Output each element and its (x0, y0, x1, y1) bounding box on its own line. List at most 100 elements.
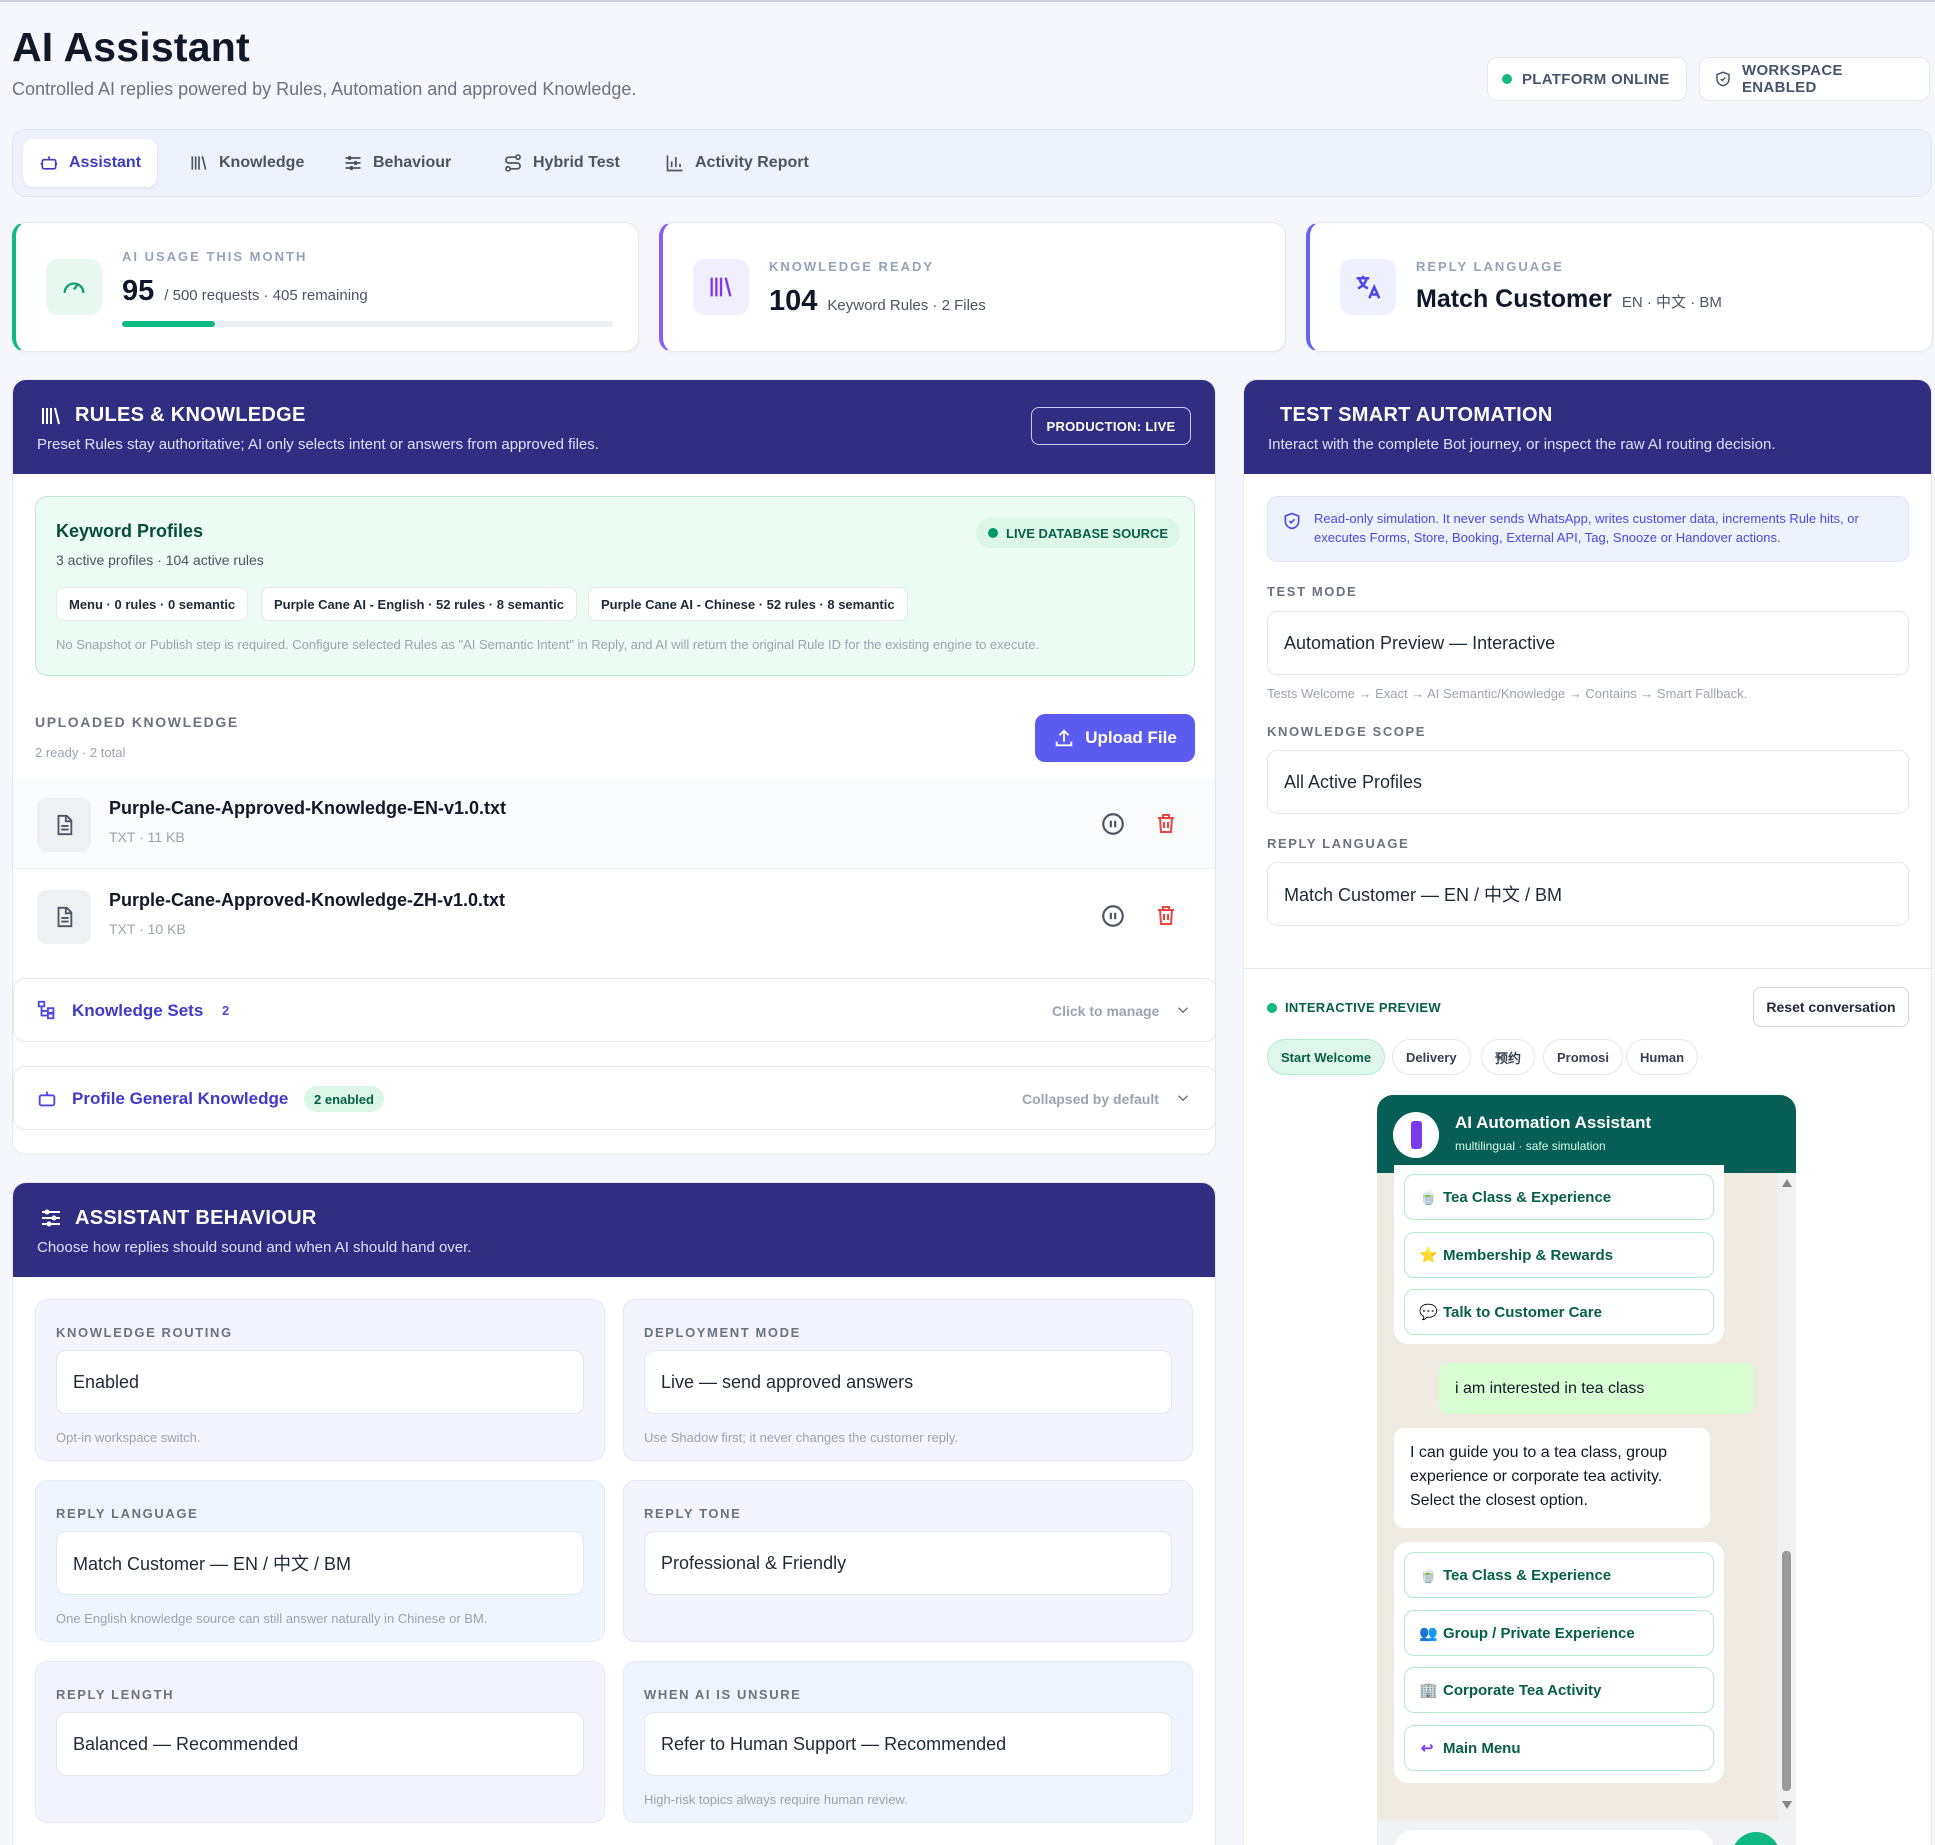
knowledge-sets-hint: Click to manage (1052, 1003, 1160, 1019)
profile-general-knowledge-accordion[interactable]: Profile General Knowledge 2 enabled Coll… (13, 1066, 1215, 1130)
brand-logo-icon (1410, 1121, 1422, 1149)
scrollbar-thumb[interactable] (1782, 1551, 1791, 1791)
user-message: i am interested in tea class (1439, 1363, 1755, 1414)
deployment-mode-select[interactable]: Live — send approved answers (644, 1350, 1172, 1414)
knowledge-label: KNOWLEDGE READY (769, 259, 935, 274)
back-arrow-icon: ↩ (1420, 1740, 1434, 1757)
speech-bubble-icon: 💬 (1419, 1304, 1438, 1321)
knowledge-scope-label: KNOWLEDGE SCOPE (1267, 724, 1427, 739)
language-value: Match Customer (1416, 285, 1612, 313)
chat-scrollbar[interactable] (1777, 1173, 1796, 1820)
library-icon (189, 153, 209, 173)
option-tea-class[interactable]: 🍵 Tea Class & Experience (1404, 1174, 1714, 1220)
scroll-down-icon[interactable] (1782, 1801, 1792, 1809)
usage-stat-card: AI USAGE THIS MONTH 95 / 500 requests · 4… (12, 222, 639, 352)
language-detail: EN · 中文 · BM (1621, 294, 1722, 311)
knowledge-routing-card: KNOWLEDGE ROUTING Enabled Opt-in workspa… (35, 1299, 605, 1461)
setting-label: WHEN AI IS UNSURE (644, 1687, 802, 1702)
chevron-down-icon (1174, 1001, 1192, 1019)
rules-panel-header: RULES & KNOWLEDGE Preset Rules stay auth… (13, 380, 1215, 474)
reply-language-select[interactable]: Match Customer — EN / 中文 / BM (56, 1531, 584, 1595)
quick-human[interactable]: Human (1626, 1039, 1699, 1075)
file-meta: TXT · 10 KB (109, 921, 186, 937)
reply-language-label: REPLY LANGUAGE (1267, 836, 1410, 851)
profile-chip-chinese[interactable]: Purple Cane AI - Chinese · 52 rules · 8 … (588, 587, 908, 621)
setting-label: KNOWLEDGE ROUTING (56, 1325, 233, 1340)
file-icon (37, 890, 91, 944)
option-group-private[interactable]: 👥 Group / Private Experience (1404, 1610, 1714, 1656)
chat-preview: AI Automation Assistant multilingual · s… (1377, 1095, 1796, 1845)
send-button[interactable] (1732, 1832, 1780, 1845)
quick-promosi[interactable]: Promosi (1543, 1039, 1624, 1075)
option-corporate[interactable]: 🏢 Corporate Tea Activity (1404, 1667, 1714, 1713)
platform-status-badge: PLATFORM ONLINE (1487, 57, 1687, 101)
divider (1244, 968, 1931, 969)
when-unsure-select[interactable]: Refer to Human Support — Recommended (644, 1712, 1172, 1776)
quick-delivery[interactable]: Delivery (1392, 1039, 1471, 1075)
live-dot-icon (988, 528, 998, 538)
when-unsure-card: WHEN AI IS UNSURE Refer to Human Support… (623, 1661, 1193, 1823)
tab-assistant[interactable]: Assistant (23, 139, 158, 187)
keyword-profiles-title: Keyword Profiles (56, 521, 204, 541)
knowledge-routing-select[interactable]: Enabled (56, 1350, 584, 1414)
keyword-profiles-card: Keyword Profiles 3 active profiles · 104… (35, 496, 1195, 676)
test-automation-panel: TEST SMART AUTOMATION Interact with the … (1243, 379, 1932, 1845)
tea-icon: 🍵 (1419, 1189, 1438, 1206)
profile-general-hint: Collapsed by default (1022, 1091, 1159, 1107)
reply-tone-select[interactable]: Professional & Friendly (644, 1531, 1172, 1595)
option-customer-care[interactable]: 💬 Talk to Customer Care (1404, 1289, 1714, 1335)
quick-start-welcome[interactable]: Start Welcome (1267, 1039, 1386, 1075)
setting-label: REPLY LENGTH (56, 1687, 175, 1702)
knowledge-sets-accordion[interactable]: Knowledge Sets 2 Click to manage (13, 978, 1215, 1042)
keyword-profiles-note: No Snapshot or Publish step is required.… (56, 637, 1040, 652)
online-dot-icon (1502, 74, 1512, 84)
workspace-status-badge: WORKSPACE ENABLED (1699, 57, 1930, 101)
file-icon (37, 798, 91, 852)
notice-text: Read-only simulation. It never sends Wha… (1314, 511, 1859, 545)
enabled-count-badge: 2 enabled (304, 1086, 384, 1112)
profile-chip-menu[interactable]: Menu · 0 rules · 0 semantic (56, 587, 249, 621)
trash-icon[interactable] (1154, 902, 1178, 928)
tab-hybrid-test[interactable]: Hybrid Test (487, 139, 636, 187)
option-tea-class[interactable]: 🍵 Tea Class & Experience (1404, 1552, 1714, 1598)
knowledge-sets-count: 2 (222, 1003, 230, 1018)
knowledge-value-row: 104 Keyword Rules · 2 Files (769, 285, 986, 318)
tab-behaviour[interactable]: Behaviour (327, 139, 467, 187)
shield-icon (1282, 511, 1302, 531)
reply-length-select[interactable]: Balanced — Recommended (56, 1712, 584, 1776)
behaviour-panel-header: ASSISTANT BEHAVIOUR Choose how replies s… (13, 1183, 1215, 1277)
reset-conversation-button[interactable]: Reset conversation (1753, 987, 1909, 1027)
knowledge-scope-select[interactable]: All Active Profiles (1267, 750, 1909, 814)
option-main-menu[interactable]: ↩ Main Menu (1404, 1725, 1714, 1771)
reply-tone-card: REPLY TONE Professional & Friendly (623, 1480, 1193, 1642)
chat-input[interactable] (1394, 1830, 1714, 1845)
pause-icon[interactable] (1100, 811, 1126, 837)
test-mode-hint: Tests Welcome → Exact → AI Semantic/Know… (1267, 686, 1748, 701)
rules-knowledge-panel: RULES & KNOWLEDGE Preset Rules stay auth… (12, 379, 1216, 1155)
behaviour-panel-title: ASSISTANT BEHAVIOUR (75, 1207, 317, 1229)
sliders-icon (39, 1206, 63, 1230)
top-border (0, 0, 1935, 2)
profile-chip-english[interactable]: Purple Cane AI - English · 52 rules · 8 … (261, 587, 577, 621)
language-stat-card: REPLY LANGUAGE Match Customer EN · 中文 · B… (1306, 222, 1933, 352)
setting-label: REPLY LANGUAGE (56, 1506, 199, 1521)
read-only-notice: Read-only simulation. It never sends Wha… (1267, 496, 1909, 562)
quick-booking[interactable]: 预约 (1481, 1039, 1536, 1075)
usage-label: AI USAGE THIS MONTH (122, 249, 308, 264)
tab-bar: Assistant Knowledge Behaviour Hybrid Tes… (12, 129, 1932, 197)
reply-language-select[interactable]: Match Customer — EN / 中文 / BM (1267, 862, 1909, 926)
trash-icon[interactable] (1154, 810, 1178, 836)
upload-file-button[interactable]: Upload File (1035, 714, 1195, 762)
file-name: Purple-Cane-Approved-Knowledge-ZH-v1.0.t… (109, 890, 506, 910)
usage-value-row: 95 / 500 requests · 405 remaining (122, 275, 368, 308)
scroll-up-icon[interactable] (1782, 1179, 1792, 1187)
group-icon: 👥 (1419, 1625, 1438, 1642)
option-membership[interactable]: ⭐ Membership & Rewards (1404, 1232, 1714, 1278)
gauge-icon (46, 259, 102, 315)
tab-activity-report[interactable]: Activity Report (649, 139, 825, 187)
tab-knowledge[interactable]: Knowledge (173, 139, 320, 187)
shield-icon (1714, 70, 1732, 88)
test-mode-select[interactable]: Automation Preview — Interactive (1267, 611, 1909, 675)
setting-hint: One English knowledge source can still a… (56, 1611, 488, 1626)
pause-icon[interactable] (1100, 903, 1126, 929)
